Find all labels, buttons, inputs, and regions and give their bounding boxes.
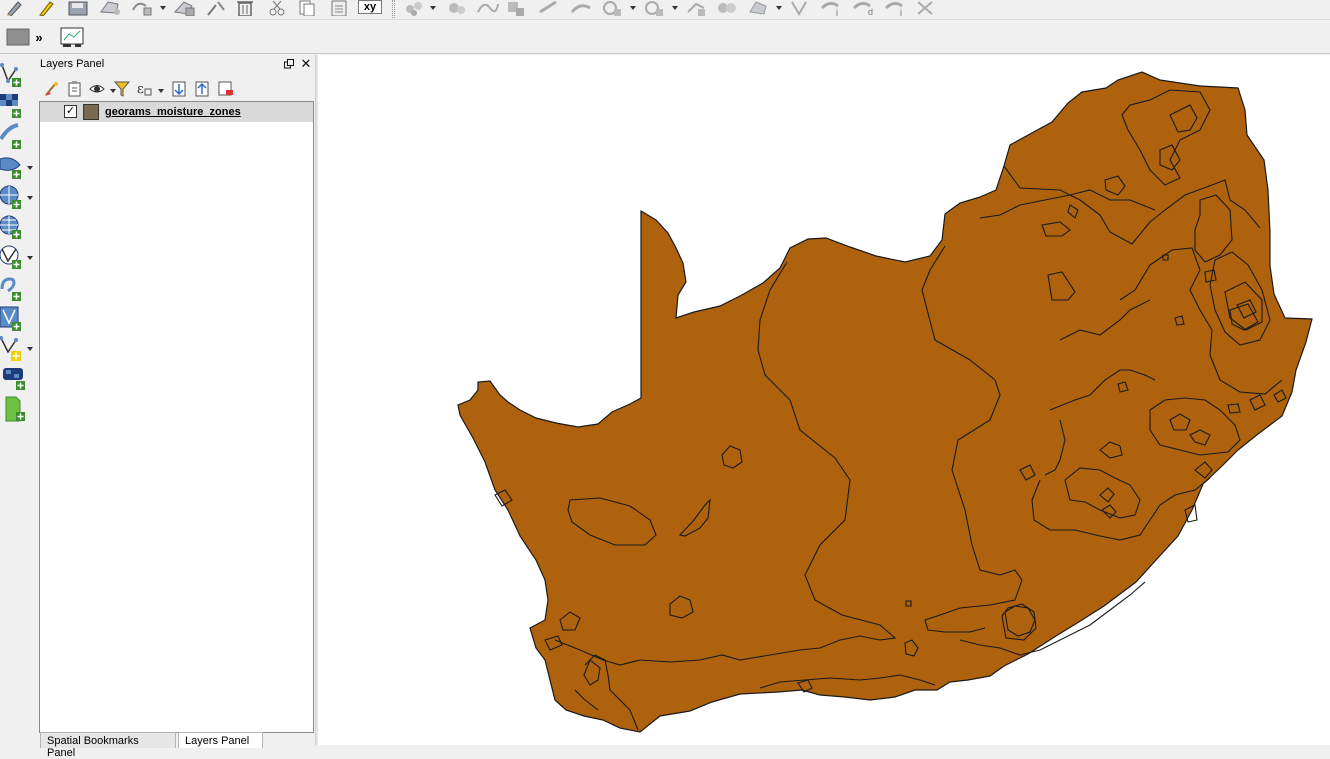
vertex-tool-icon[interactable] — [788, 0, 810, 16]
filter-icon[interactable] — [113, 80, 131, 98]
select-features-icon[interactable] — [6, 26, 30, 48]
expand-label: » — [35, 29, 43, 45]
chevron-down-icon[interactable] — [160, 6, 166, 10]
panel-tabs: Spatial Bookmarks Panel Layers Panel — [38, 732, 315, 759]
panel-title: Layers Panel — [40, 58, 105, 70]
collapse-all-icon[interactable] — [194, 80, 212, 98]
node-tool-icon[interactable] — [204, 0, 228, 16]
country-polygon — [457, 71, 1313, 733]
toolbar-separator — [392, 0, 395, 18]
digitizing-toolbar: xy j d j — [0, 0, 1330, 20]
float-panel-icon[interactable] — [284, 59, 294, 69]
moisture-zones-map — [457, 71, 1313, 733]
svg-text:j: j — [835, 7, 838, 16]
fill-ring-icon[interactable] — [536, 0, 562, 16]
merge-features-icon[interactable] — [746, 0, 772, 16]
save-edits-icon[interactable] — [66, 0, 90, 16]
layer-tree: ✓ georams_moisture_zones — [39, 101, 314, 733]
add-mesh-icon[interactable] — [0, 364, 37, 394]
expand-all-icon[interactable] — [171, 80, 189, 98]
chevron-down-icon[interactable] — [630, 6, 636, 10]
delete-ring-icon[interactable] — [568, 0, 594, 16]
copy-icon[interactable] — [296, 0, 318, 16]
layer-name[interactable]: georams_moisture_zones — [105, 106, 241, 118]
secondary-toolbar: » — [0, 20, 1330, 54]
filter-expression-icon[interactable]: ε — [136, 80, 154, 98]
add-spatial-bookmark-icon[interactable] — [0, 305, 37, 335]
label-rotate-icon[interactable] — [912, 0, 938, 16]
xy-label: xy — [363, 1, 377, 13]
map-canvas[interactable] — [318, 55, 1330, 745]
add-raster-layer-icon[interactable] — [0, 92, 37, 122]
reshape-features-icon[interactable] — [642, 0, 668, 16]
xy-button[interactable]: xy — [358, 0, 382, 14]
rotate-feature-icon[interactable] — [444, 0, 470, 16]
remove-layer-icon[interactable] — [217, 80, 235, 98]
add-feature-icon[interactable] — [98, 0, 124, 16]
data-source-toolbar — [0, 55, 37, 745]
toolbar-expand-button[interactable]: » — [32, 28, 46, 46]
offset-curve-icon[interactable] — [684, 0, 710, 16]
chevron-down-icon[interactable] — [672, 6, 678, 10]
paste-icon[interactable] — [328, 0, 350, 16]
add-wcs-icon[interactable] — [0, 213, 37, 243]
digitize-icon[interactable] — [4, 0, 26, 16]
label-move-icon[interactable]: j — [882, 0, 908, 16]
new-shapefile-icon[interactable] — [0, 334, 37, 364]
chevron-down-icon[interactable] — [430, 6, 436, 10]
split-features-icon[interactable] — [714, 0, 740, 16]
add-part-icon[interactable] — [504, 0, 530, 16]
add-wms-icon[interactable] — [0, 183, 37, 213]
add-spatialite-icon[interactable] — [0, 153, 37, 183]
layers-panel: Layers Panel ✕ ε ✓ georams_moisture_zone… — [38, 56, 315, 734]
delete-icon[interactable] — [234, 0, 256, 16]
cut-icon[interactable] — [266, 0, 288, 16]
label-pin-icon[interactable]: j — [818, 0, 844, 16]
svg-text:j: j — [899, 7, 902, 16]
advanced-digitize-icon[interactable] — [402, 0, 426, 16]
simplify-feature-icon[interactable] — [474, 0, 500, 16]
add-delimited-text-icon[interactable] — [0, 123, 37, 153]
add-group-icon[interactable] — [66, 80, 84, 98]
label-show-icon[interactable]: d — [850, 0, 876, 16]
svg-text:d: d — [868, 7, 873, 16]
tab-layers[interactable]: Layers Panel — [178, 732, 263, 748]
add-vector-layer-icon[interactable] — [0, 61, 37, 91]
svg-text:ε: ε — [137, 82, 144, 97]
layer-row[interactable]: ✓ georams_moisture_zones — [40, 102, 313, 122]
visibility-eye-icon[interactable] — [89, 80, 107, 98]
new-geopackage-icon[interactable] — [0, 395, 37, 425]
panel-toolbar: ε — [38, 77, 315, 101]
pencil-icon[interactable] — [36, 0, 56, 16]
close-icon[interactable]: ✕ — [300, 56, 312, 72]
layer-symbol-swatch[interactable] — [83, 104, 99, 120]
style-manager-icon[interactable] — [43, 80, 61, 98]
chevron-down-icon[interactable] — [158, 89, 164, 93]
processing-toolbox-icon[interactable] — [58, 25, 86, 49]
chevron-down-icon[interactable] — [776, 6, 782, 10]
layer-visibility-checkbox[interactable]: ✓ — [64, 105, 77, 118]
add-virtual-layer-icon[interactable] — [0, 275, 37, 305]
tab-spatial-bookmarks[interactable]: Spatial Bookmarks Panel — [40, 732, 176, 759]
move-feature-icon[interactable] — [130, 0, 158, 16]
add-ring-icon[interactable] — [172, 0, 198, 16]
delete-part-icon[interactable] — [600, 0, 626, 16]
add-wfs-icon[interactable] — [0, 243, 37, 273]
